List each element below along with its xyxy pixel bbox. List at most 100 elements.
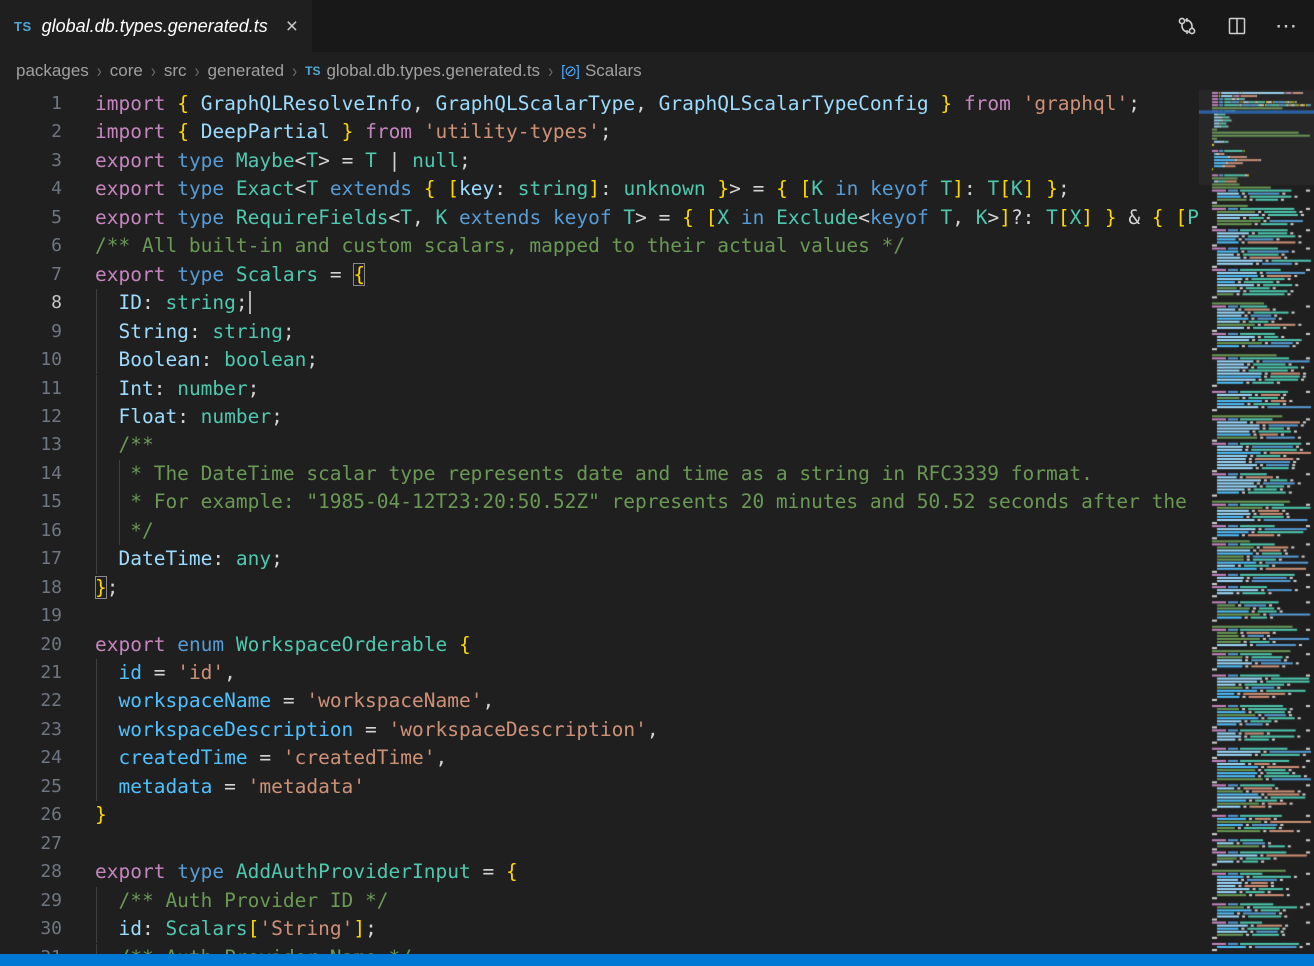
breadcrumb-item-packages[interactable]: packages	[16, 61, 89, 81]
code-token: T	[988, 177, 1000, 200]
code-token	[165, 120, 177, 143]
code-line[interactable]: export type RequireFields<T, K extends k…	[95, 204, 1199, 232]
code-token: <	[858, 206, 870, 229]
line-number[interactable]: 7	[0, 261, 62, 289]
indent-guide	[96, 431, 97, 459]
code-token: ;	[107, 576, 119, 599]
code-line[interactable]: workspaceDescription = 'workspaceDescrip…	[95, 716, 1199, 744]
code-line[interactable]	[95, 602, 1199, 630]
line-number[interactable]: 29	[0, 887, 62, 915]
code-token	[95, 689, 118, 712]
line-number[interactable]: 14	[0, 460, 62, 488]
code-token: createdTime	[118, 746, 247, 769]
line-number[interactable]: 10	[0, 346, 62, 374]
code-line[interactable]: export type Scalars = {	[95, 261, 1199, 289]
line-number[interactable]: 13	[0, 431, 62, 459]
code-line[interactable]: export type Maybe<T> = T | null;	[95, 147, 1199, 175]
line-number[interactable]: 3	[0, 147, 62, 175]
line-number[interactable]: 22	[0, 687, 62, 715]
line-number[interactable]: 25	[0, 773, 62, 801]
indent-guide	[119, 488, 120, 516]
breadcrumb-item-core[interactable]: core	[110, 61, 143, 81]
code-line[interactable]: metadata = 'metadata'	[95, 773, 1199, 801]
code-token: [	[800, 177, 812, 200]
breadcrumb-item-generated[interactable]: generated	[208, 61, 285, 81]
code-line[interactable]	[95, 830, 1199, 858]
code-token: &	[1117, 206, 1152, 229]
line-number[interactable]: 23	[0, 716, 62, 744]
line-number[interactable]: 17	[0, 545, 62, 573]
code-line[interactable]: /**	[95, 431, 1199, 459]
code-line[interactable]: export enum WorkspaceOrderable {	[95, 631, 1199, 659]
code-line[interactable]: */	[95, 517, 1199, 545]
code-token: String	[118, 320, 188, 343]
code-line[interactable]: };	[95, 574, 1199, 602]
line-number[interactable]: 19	[0, 602, 62, 630]
code-line[interactable]: /** All built-in and custom scalars, map…	[95, 232, 1199, 260]
code-line[interactable]: Boolean: boolean;	[95, 346, 1199, 374]
line-number[interactable]: 9	[0, 318, 62, 346]
line-number[interactable]: 15	[0, 488, 62, 516]
line-number[interactable]: 24	[0, 744, 62, 772]
code-comment: */	[95, 519, 154, 542]
tab-global-db-types-generated-ts[interactable]: TS global.db.types.generated.ts ×	[0, 0, 312, 52]
line-number[interactable]: 12	[0, 403, 62, 431]
line-number[interactable]: 2	[0, 118, 62, 146]
code-line[interactable]: Float: number;	[95, 403, 1199, 431]
split-editor-icon[interactable]	[1226, 15, 1248, 37]
breadcrumb-item-src[interactable]: src	[164, 61, 187, 81]
code-token: Int	[118, 377, 153, 400]
line-number[interactable]: 5	[0, 204, 62, 232]
code-line[interactable]: /** Auth Provider Name */	[95, 944, 1199, 955]
code-line[interactable]: }	[95, 801, 1199, 829]
line-number[interactable]: 27	[0, 830, 62, 858]
line-number[interactable]: 1	[0, 90, 62, 118]
line-number[interactable]: 31	[0, 944, 62, 955]
code-line[interactable]: id: Scalars['String'];	[95, 915, 1199, 943]
code-line[interactable]: import { GraphQLResolveInfo, GraphQLScal…	[95, 90, 1199, 118]
code-comment: /** Auth Provider Name */	[95, 946, 412, 955]
code-line[interactable]: ID: string;	[95, 289, 1199, 317]
code-token: K	[1011, 177, 1023, 200]
line-number[interactable]: 4	[0, 175, 62, 203]
code-token: }	[95, 576, 107, 599]
code-token: ]	[1081, 206, 1093, 229]
code-line[interactable]: export type Exact<T extends { [key: stri…	[95, 175, 1199, 203]
breadcrumb-item-scalars[interactable]: [⊘]Scalars	[561, 61, 642, 81]
line-number[interactable]: 18	[0, 574, 62, 602]
line-number[interactable]: 8	[0, 289, 62, 317]
code-line[interactable]: createdTime = 'createdTime',	[95, 744, 1199, 772]
code-line[interactable]: * For example: "1985-04-12T23:20:50.52Z"…	[95, 488, 1199, 516]
code-token	[95, 547, 118, 570]
minimap[interactable]	[1199, 90, 1314, 954]
code-line[interactable]: DateTime: any;	[95, 545, 1199, 573]
line-number[interactable]: 26	[0, 801, 62, 829]
line-number[interactable]: 20	[0, 631, 62, 659]
line-number[interactable]: 21	[0, 659, 62, 687]
code-token: Exact	[236, 177, 295, 200]
close-tab-icon[interactable]: ×	[286, 16, 298, 37]
code-token: ]	[999, 206, 1011, 229]
code-line[interactable]: * The DateTime scalar type represents da…	[95, 460, 1199, 488]
line-number[interactable]: 30	[0, 915, 62, 943]
code-line[interactable]: id = 'id',	[95, 659, 1199, 687]
code-token	[95, 320, 118, 343]
code-line[interactable]: String: string;	[95, 318, 1199, 346]
code-token: in	[729, 206, 764, 229]
breadcrumb-item-global-db-types-generated-ts[interactable]: TSglobal.db.types.generated.ts	[305, 61, 540, 81]
breadcrumb-separator-icon: ›	[151, 60, 156, 82]
code-line[interactable]: /** Auth Provider ID */	[95, 887, 1199, 915]
line-number[interactable]: 11	[0, 375, 62, 403]
line-number[interactable]: 16	[0, 517, 62, 545]
code-token: =	[248, 746, 283, 769]
code-token: >	[987, 206, 999, 229]
line-number[interactable]: 28	[0, 858, 62, 886]
line-number[interactable]: 6	[0, 232, 62, 260]
code-line[interactable]: workspaceName = 'workspaceName',	[95, 687, 1199, 715]
more-actions-icon[interactable]: ⋯	[1275, 15, 1298, 37]
code-area[interactable]: 1 import { GraphQLResolveInfo, GraphQLSca…	[0, 90, 1199, 954]
code-line[interactable]: import { DeepPartial } from 'utility-typ…	[95, 118, 1199, 146]
code-line[interactable]: export type AddAuthProviderInput = {	[95, 858, 1199, 886]
code-line[interactable]: Int: number;	[95, 375, 1199, 403]
open-changes-icon[interactable]	[1175, 14, 1199, 38]
